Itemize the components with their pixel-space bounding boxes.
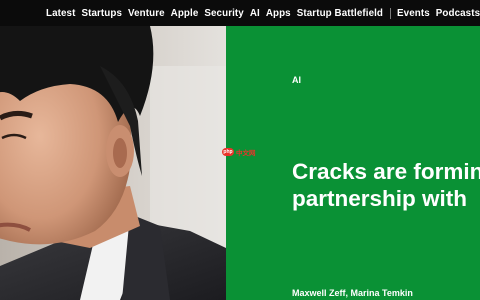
site-watermark: php 中文网	[222, 147, 256, 157]
nav-link-latest[interactable]: Latest	[46, 8, 75, 19]
nav-link-events[interactable]: Events	[397, 8, 430, 19]
watermark-logo-icon: php	[222, 148, 234, 156]
article-headline[interactable]: Cracks are forming partnership with	[292, 158, 480, 212]
nav-link-startup-battlefield[interactable]: Startup Battlefield	[297, 8, 383, 19]
watermark-text: 中文网	[236, 150, 256, 157]
nav-link-podcasts[interactable]: Podcasts	[436, 8, 480, 19]
nav-link-security[interactable]: Security	[204, 8, 243, 19]
nav-link-apps[interactable]: Apps	[266, 8, 291, 19]
nav-link-startups[interactable]: Startups	[81, 8, 122, 19]
nav-link-apple[interactable]: Apple	[171, 8, 199, 19]
headline-line-1: Cracks are forming	[292, 159, 480, 184]
headline-line-2: partnership with	[292, 186, 468, 211]
article-info-panel: AI Cracks are forming partnership with M…	[226, 26, 480, 300]
top-navigation-bar: Latest Startups Venture Apple Security A…	[0, 0, 480, 26]
nav-divider	[390, 7, 392, 19]
article-authors[interactable]: Maxwell Zeff, Marina Temkin	[292, 288, 413, 298]
article-hero-photo[interactable]	[0, 26, 226, 300]
portrait-photo	[0, 26, 226, 300]
nav-link-ai[interactable]: AI	[250, 8, 260, 19]
nav-link-venture[interactable]: Venture	[128, 8, 165, 19]
article-category-link[interactable]: AI	[292, 75, 301, 85]
nav-items: Latest Startups Venture Apple Security A…	[46, 0, 480, 26]
